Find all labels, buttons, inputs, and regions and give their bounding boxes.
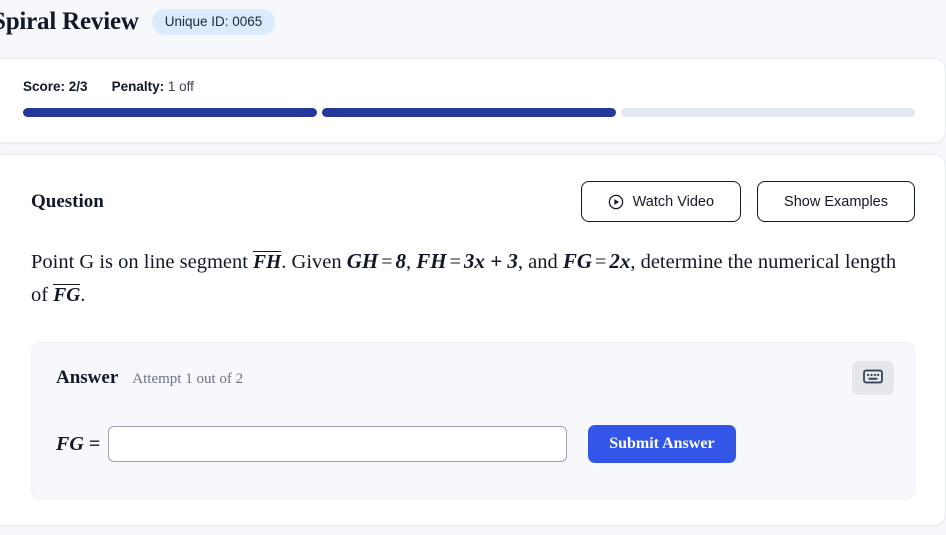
attempt-counter: Attempt 1 out of 2	[132, 371, 244, 388]
segment-fg: FG	[53, 284, 81, 307]
segment-fh: FH	[253, 251, 282, 273]
unique-id-badge: Unique ID: 0065	[151, 8, 276, 36]
question-actions: Watch Video Show Examples	[580, 181, 915, 222]
show-examples-button[interactable]: Show Examples	[757, 181, 915, 222]
app-header: Spiral Review Unique ID: 0065	[0, 0, 946, 44]
expr-gh: GH	[346, 249, 379, 273]
value-fg: 2x	[609, 249, 631, 273]
progress-segment-3	[621, 108, 915, 117]
keyboard-icon	[863, 369, 883, 387]
progress-segment-1	[23, 108, 317, 117]
answer-variable-label: FG =	[56, 432, 101, 455]
equals-2: =	[449, 251, 461, 273]
question-text: Point G is on line segment FH. Given GH =…	[31, 244, 911, 312]
answer-header: Answer Attempt 1 out of 2	[56, 367, 888, 389]
watch-video-label: Watch Video	[632, 193, 715, 210]
answer-label: Answer	[56, 367, 119, 389]
page-title: Spiral Review	[0, 8, 139, 35]
page-root: Spiral Review Unique ID: 0065 Score: 2/3…	[0, 0, 946, 535]
value-gh: 8	[395, 249, 407, 273]
show-examples-label: Show Examples	[784, 193, 888, 210]
answer-panel: Answer Attempt 1 out of 2 FG = Submit An…	[31, 342, 915, 501]
question-label: Question	[31, 190, 104, 212]
penalty-group: Penalty: 1 off	[112, 79, 194, 94]
question-text-part4: , and	[517, 251, 563, 273]
score-line: Score: 2/3 Penalty: 1 off	[23, 79, 923, 94]
play-circle-icon	[608, 194, 624, 210]
score-value: 2/3	[68, 79, 88, 94]
answer-input[interactable]	[108, 426, 568, 463]
question-text-part1: Point G is on line segment	[31, 251, 254, 273]
score-label: Score:	[23, 79, 66, 94]
submit-answer-button[interactable]: Submit Answer	[588, 425, 736, 464]
equals-3: =	[595, 251, 607, 273]
question-card: Question Watch Video Show Examples Point…	[0, 154, 946, 526]
expr-fh: FH	[416, 249, 447, 273]
penalty-value: 1 off	[167, 79, 194, 94]
penalty-label: Penalty:	[111, 79, 165, 94]
expr-fg: FG	[562, 249, 593, 273]
score-group: Score: 2/3	[23, 79, 88, 94]
question-text-part2: . Given	[281, 251, 347, 273]
question-header: Question Watch Video Show Examples	[31, 181, 915, 222]
progress-bar	[23, 108, 915, 117]
score-card: Score: 2/3 Penalty: 1 off	[0, 58, 946, 143]
progress-segment-2	[322, 108, 616, 117]
watch-video-button[interactable]: Watch Video	[580, 181, 742, 222]
keyboard-toggle-button[interactable]	[852, 361, 894, 396]
value-fh: 3x + 3	[463, 249, 518, 273]
answer-input-row: FG = Submit Answer	[56, 425, 888, 464]
question-text-part6: .	[80, 284, 86, 307]
question-text-part3: ,	[406, 251, 417, 273]
equals-1: =	[381, 251, 393, 273]
